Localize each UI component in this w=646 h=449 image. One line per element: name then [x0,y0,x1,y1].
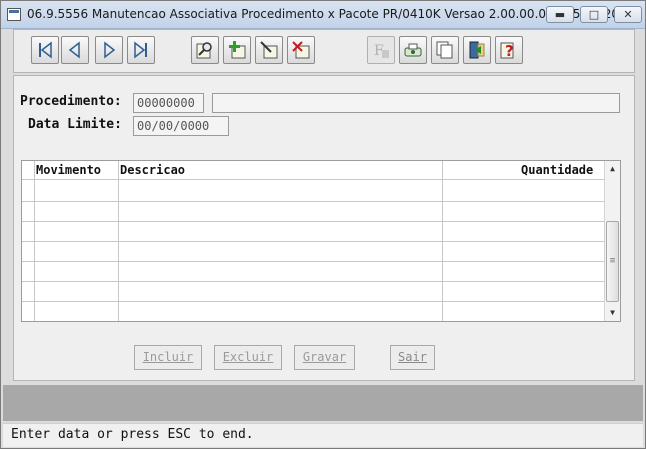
exit-button[interactable] [463,36,491,64]
minimize-button[interactable]: ▬ [546,6,574,23]
procedimento-code-input[interactable]: 00000000 [133,93,204,113]
prev-record-button[interactable] [61,36,89,64]
prev-icon [68,41,80,59]
svg-text:?: ? [505,42,514,60]
last-record-button[interactable] [127,36,155,64]
grid-vertical-scrollbar[interactable]: ▲ ≡ ▼ [604,161,620,321]
items-grid[interactable]: Movimento Descricao Quantidade ▲ ≡ ▼ [21,160,621,322]
filter-icon: F [374,43,389,59]
data-limite-label: Data Limite: [28,117,122,132]
table-row[interactable] [22,281,604,282]
incluir-button[interactable]: Incluir [134,345,202,370]
maximize-button[interactable]: □ [580,6,608,23]
copy-button[interactable] [431,36,459,64]
table-row[interactable] [22,241,604,242]
edit-button[interactable] [255,36,283,64]
gravar-button[interactable]: Gravar [294,345,355,370]
delete-icon [292,41,310,59]
first-icon [39,41,52,59]
add-icon [229,41,246,59]
column-header-movimento[interactable]: Movimento [36,163,101,177]
table-row[interactable] [22,221,604,222]
data-limite-input[interactable]: 00/00/0000 [133,116,229,136]
sair-button[interactable]: Sair [390,345,435,370]
main-panel: Procedimento: 00000000 Data Limite: 00/0… [13,75,635,381]
next-icon [104,41,116,59]
print-icon [404,43,422,57]
column-header-descricao[interactable]: Descricao [120,163,185,177]
title-bar: 06.9.5556 Manutencao Associativa Procedi… [1,1,645,29]
toolbar: F ? [13,29,635,73]
status-bar: Enter data or press ESC to end. [3,423,643,447]
first-record-button[interactable] [31,36,59,64]
help-icon: ? [500,42,514,60]
search-button[interactable] [191,36,219,64]
excluir-button[interactable]: Excluir [214,345,282,370]
message-area [3,385,643,421]
window-title: 06.9.5556 Manutencao Associativa Procedi… [27,7,631,21]
table-row[interactable] [22,201,604,202]
delete-button[interactable] [287,36,315,64]
scroll-up-arrow-icon[interactable]: ▲ [605,161,620,177]
column-header-quantidade[interactable]: Quantidade [521,163,593,177]
table-row[interactable] [22,301,604,302]
grid-header: Movimento Descricao Quantidade [22,161,604,180]
add-button[interactable] [223,36,251,64]
next-record-button[interactable] [95,36,123,64]
app-window: 06.9.5556 Manutencao Associativa Procedi… [0,0,646,449]
filter-button[interactable]: F [367,36,395,64]
help-button[interactable]: ? [495,36,523,64]
close-button[interactable]: ✕ [614,6,642,23]
print-button[interactable] [399,36,427,64]
scroll-thumb[interactable]: ≡ [606,221,619,302]
procedimento-label: Procedimento: [20,94,122,109]
search-icon [196,42,212,59]
exit-icon [469,41,485,59]
edit-icon [260,41,278,59]
scroll-down-arrow-icon[interactable]: ▼ [605,305,620,321]
procedimento-description-field [212,93,620,113]
table-row[interactable] [22,261,604,262]
last-icon [134,41,147,59]
copy-icon [436,41,453,59]
app-icon [7,8,21,21]
